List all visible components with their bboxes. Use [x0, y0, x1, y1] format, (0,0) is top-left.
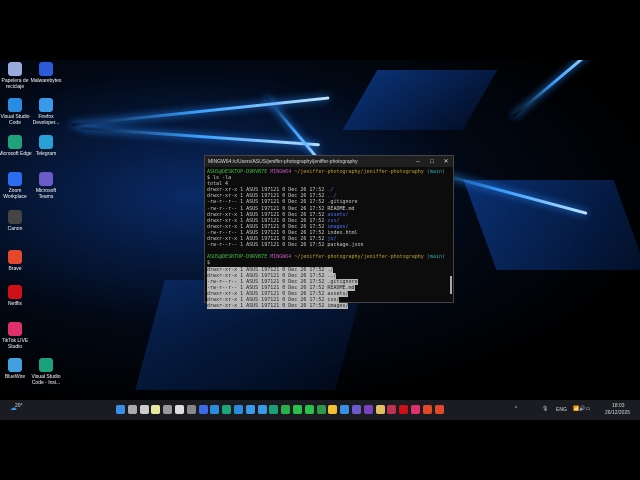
- close-button[interactable]: ✕: [439, 158, 453, 165]
- terminal-scrollbar[interactable]: [450, 276, 452, 294]
- taskbar-app-icon[interactable]: [163, 405, 173, 414]
- app-icon: [8, 358, 22, 372]
- app-icon: [39, 62, 53, 76]
- taskbar-app-icon[interactable]: [304, 405, 314, 414]
- desktop-icon-label: Microsoft Edge: [0, 151, 32, 157]
- taskbar-app-icon[interactable]: [269, 405, 279, 414]
- taskbar-app-icon[interactable]: [151, 405, 161, 414]
- desktop-icon[interactable]: Canon: [0, 210, 32, 232]
- taskbar-app-icon[interactable]: [399, 405, 409, 414]
- desktop-icon-label: Netflix: [8, 301, 22, 307]
- show-hidden-icons[interactable]: ^: [515, 406, 517, 412]
- app-icon: [8, 98, 22, 112]
- desktop-icon-label: TikTok LIVE Studio: [1, 338, 29, 350]
- clock-time[interactable]: 18:03: [612, 403, 625, 409]
- desktop-icon-label: Visual Studio Code - Insi...: [31, 374, 61, 386]
- app-icon: [8, 135, 22, 149]
- taskbar-app-icon[interactable]: [281, 405, 291, 414]
- terminal-title: MINGW64:/c/Users/ASUS/jeniffer-photograp…: [208, 158, 358, 165]
- desktop-icon[interactable]: Papelera de reciclaje: [0, 62, 32, 90]
- weather-temp[interactable]: 20°: [15, 403, 23, 409]
- desktop-icon[interactable]: Brave: [0, 250, 32, 272]
- light-streak: [80, 126, 320, 147]
- start-button[interactable]: [116, 405, 125, 414]
- taskbar-app-icon[interactable]: [175, 405, 184, 414]
- clock-date[interactable]: 26/12/2025: [605, 410, 630, 416]
- search-button[interactable]: [127, 405, 137, 414]
- desktop-icon[interactable]: TikTok LIVE Studio: [0, 322, 32, 350]
- taskbar-app-icon[interactable]: [293, 405, 302, 414]
- wallpaper-shard: [463, 180, 640, 270]
- desktop-icon[interactable]: BlueWire: [0, 358, 32, 380]
- taskbar-app-icon[interactable]: [316, 405, 326, 414]
- taskbar-app-icon[interactable]: [340, 405, 350, 414]
- app-icon: [39, 98, 53, 112]
- taskbar-app-icon[interactable]: [363, 405, 373, 414]
- prompt-line: ASUS@DESKTOP-D9RVB7E MINGW64 ~/jeniffer-…: [207, 169, 445, 175]
- taskbar-app-icon[interactable]: [434, 405, 444, 414]
- desktop-icon-label: Papelera de reciclaje: [1, 78, 29, 90]
- taskbar-app-icon[interactable]: [234, 405, 243, 414]
- desktop-icon[interactable]: Malwarebytes: [29, 62, 63, 84]
- app-icon: [8, 172, 22, 186]
- desktop-icon-label: Canon: [7, 226, 23, 232]
- taskbar-app-icon[interactable]: [257, 405, 267, 414]
- taskbar-app-icon[interactable]: [387, 405, 397, 414]
- app-icon: [8, 210, 22, 224]
- terminal-title-bar[interactable]: MINGW64:/c/Users/ASUS/jeniffer-photograp…: [205, 156, 453, 167]
- desktop-icon[interactable]: Netflix: [0, 285, 32, 307]
- desktop-icon-label: Firefox Developer...: [32, 114, 60, 126]
- desktop-icon[interactable]: Microsoft Teams: [29, 172, 63, 200]
- desktop-icon[interactable]: Firefox Developer...: [29, 98, 63, 126]
- taskbar-app-icon[interactable]: [222, 405, 232, 414]
- microphone-icon[interactable]: 🎙: [542, 406, 548, 412]
- desktop-icon-label: Zoom Workplace: [3, 188, 27, 200]
- taskbar-app-icon[interactable]: [198, 405, 208, 414]
- taskbar-app-icon[interactable]: [352, 405, 361, 414]
- taskbar-app-icon[interactable]: [210, 405, 220, 414]
- desktop-icon-label: Telegram: [35, 151, 57, 157]
- desktop-icon-label: BlueWire: [4, 374, 26, 380]
- desktop-icon-label: Visual Studio Code: [0, 114, 30, 126]
- desktop-icon-label: Brave: [8, 266, 22, 272]
- selected-line[interactable]: drwxr-xr-x 1 ASUS 197121 0 Dec 26 17:52 …: [207, 303, 451, 310]
- taskbar-app-icon[interactable]: [186, 405, 196, 414]
- desktop-icon[interactable]: Telegram: [29, 135, 63, 157]
- app-icon: [8, 250, 22, 264]
- light-streak: [511, 60, 599, 119]
- prompt-line: ASUS@DESKTOP-D9RVB7E MINGW64 ~/jeniffer-…: [207, 254, 445, 261]
- desktop-icon[interactable]: Visual Studio Code: [0, 98, 32, 126]
- app-icon: [39, 172, 53, 186]
- desktop-icon[interactable]: Microsoft Edge: [0, 135, 32, 157]
- app-icon: [39, 358, 53, 372]
- maximize-button[interactable]: □: [425, 159, 439, 165]
- language-indicator[interactable]: ENG: [556, 407, 567, 413]
- app-icon: [8, 62, 22, 76]
- terminal-output[interactable]: ASUS@DESKTOP-D9RVB7E MINGW64 ~/jeniffer-…: [205, 167, 453, 311]
- desktop-icon-label: Malwarebytes: [30, 78, 62, 84]
- taskbar-app-icon[interactable]: [245, 405, 255, 414]
- app-icon: [8, 285, 22, 299]
- desktop-icon-label: Microsoft Teams: [35, 188, 57, 200]
- minimize-button[interactable]: –: [411, 159, 425, 165]
- light-streak: [70, 96, 330, 127]
- app-icon: [8, 322, 22, 336]
- taskbar-app-icon[interactable]: [328, 405, 338, 414]
- taskbar-app-icon[interactable]: [139, 405, 149, 414]
- app-icon: [39, 135, 53, 149]
- taskbar-app-icon[interactable]: [375, 405, 385, 414]
- taskbar-app-icon[interactable]: [411, 405, 420, 414]
- desktop-icon[interactable]: Zoom Workplace: [0, 172, 32, 200]
- wallpaper-shard: [342, 70, 498, 130]
- desktop-icon[interactable]: Visual Studio Code - Insi...: [29, 358, 63, 386]
- terminal-window[interactable]: MINGW64:/c/Users/ASUS/jeniffer-photograp…: [204, 155, 454, 310]
- taskbar: ☁ 20° ^ 🎙 ENG 📶🔊▭ 18:03 26/12/2025: [0, 400, 640, 420]
- taskbar-app-icon[interactable]: [422, 405, 432, 414]
- wifi-volume-battery-icons[interactable]: 📶🔊▭: [573, 406, 590, 412]
